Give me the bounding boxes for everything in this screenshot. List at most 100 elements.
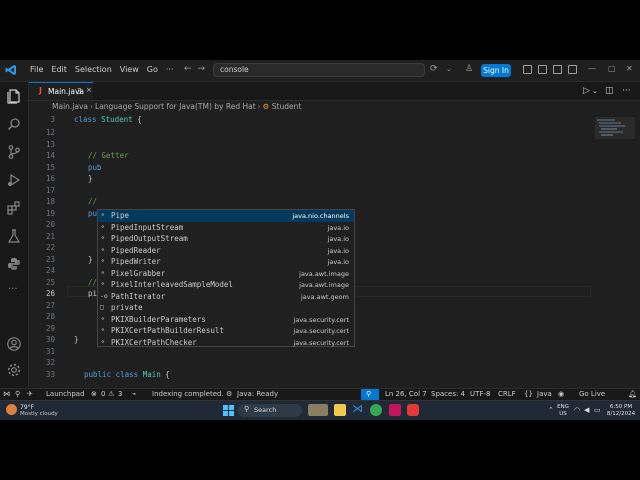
toggle-secondary-sidebar-icon[interactable] [553, 65, 562, 74]
forward-arrow-icon[interactable]: → [198, 64, 206, 74]
error-count[interactable]: 0 [101, 390, 105, 398]
extensions-icon[interactable] [6, 200, 22, 216]
menu-edit[interactable]: Edit [47, 64, 71, 75]
toggle-panel-icon[interactable] [538, 65, 547, 74]
taskbar-search[interactable]: ⚲ Search [238, 404, 302, 417]
java-projects-icon[interactable]: ⚲ [15, 390, 20, 398]
java-status-icon[interactable]: ⚙ [226, 390, 232, 398]
line-number: 27 [45, 300, 55, 310]
menu-go[interactable]: Go [143, 64, 162, 75]
close-window-icon[interactable]: ✕ [626, 64, 633, 73]
more-actions-icon[interactable]: ··· [622, 86, 631, 96]
copilot-dropdown-icon[interactable]: ⌄ [446, 65, 452, 73]
source-control-icon[interactable] [6, 144, 22, 160]
vscode-taskbar-icon[interactable]: ⋊ [352, 402, 363, 415]
class-icon: ⚬ [100, 314, 106, 323]
ports-icon[interactable]: ⌁ [132, 390, 136, 398]
run-dropdown-icon[interactable]: ⌄ [592, 87, 598, 95]
minimap[interactable] [595, 117, 635, 139]
toggle-primary-sidebar-icon[interactable] [523, 65, 532, 74]
split-editor-icon[interactable]: ◫ [605, 86, 614, 96]
java-ready-status[interactable]: Java: Ready [237, 390, 278, 398]
warning-icon[interactable]: ⚠ [108, 390, 114, 398]
python-icon[interactable] [6, 256, 22, 272]
indentation[interactable]: Spaces: 4 [431, 390, 465, 398]
notification-icon[interactable]: ◉ [558, 390, 564, 398]
copilot-icon[interactable]: ⟳ [430, 64, 438, 74]
breadcrumb-symbol[interactable]: Student [272, 102, 302, 111]
suggestion-item[interactable]: ⚬ PKIXCertPathBuilderResult java.security.… [98, 325, 354, 337]
warning-count[interactable]: 3 [118, 390, 122, 398]
tray-overflow-icon[interactable]: ⌃ [548, 406, 554, 414]
menu-selection[interactable]: Selection [71, 64, 116, 75]
indexing-status: Indexing completed. [152, 390, 224, 398]
suggestion-item[interactable]: ⚬ PipedWriter java.io [98, 256, 354, 268]
language-mode-icon[interactable]: {} [524, 390, 533, 398]
input-language[interactable]: ENG US [556, 404, 570, 418]
suggestion-item[interactable]: ⚬ PipedOutputStream java.io [98, 233, 354, 245]
clock-date: 8/12/2024 [606, 411, 636, 417]
maximize-icon[interactable]: ▢ [608, 64, 616, 73]
customize-layout-icon[interactable] [568, 65, 577, 74]
error-icon[interactable]: ⊗ [91, 390, 97, 398]
file-explorer-icon[interactable] [334, 404, 346, 416]
more-views-icon[interactable]: ··· [8, 284, 18, 295]
account-icon[interactable]: ♙ [465, 64, 473, 74]
wifi-icon[interactable]: ◠ [574, 406, 580, 414]
breadcrumb-file[interactable]: Main.java [52, 102, 88, 111]
suggestion-item[interactable]: □ private [98, 302, 354, 314]
tab-close-icon[interactable]: × [86, 86, 92, 94]
clock[interactable]: 6:50 PM 8/12/2024 [606, 404, 636, 418]
suggestion-item[interactable]: ⚬ PixelGrabber java.awt.image [98, 268, 354, 280]
account-icon[interactable] [6, 336, 22, 352]
suggestion-item[interactable]: ⚬ PixelInterleavedSampleModel java.awt.ima… [98, 279, 354, 291]
testing-icon[interactable] [6, 228, 22, 244]
bell-icon[interactable]: 🔔︎ [628, 390, 637, 398]
suggestion-item[interactable]: ⚬ PipedInputStream java.io [98, 222, 354, 234]
cursor-position[interactable]: Ln 26, Col 7 [385, 390, 427, 398]
app-icon[interactable] [407, 404, 419, 416]
run-java-icon[interactable]: ▷ [583, 86, 590, 96]
zoom-icon: ⚲ [366, 390, 372, 398]
suggestion-item[interactable]: ⚬ PKIXCertPathChecker java.security.cert [98, 337, 354, 349]
breadcrumb-provider[interactable]: Language Support for Java(TM) by Red Hat [95, 102, 256, 111]
explorer-icon[interactable] [6, 88, 22, 104]
sign-in-button[interactable]: Sign In [481, 64, 511, 77]
suggestion-item-selected[interactable]: ⚬ Pipe java.nio.channels [98, 210, 354, 222]
launchpad-label[interactable]: Launchpad [46, 390, 85, 398]
line-ending[interactable]: CRLF [498, 390, 516, 398]
encoding[interactable]: UTF-8 [470, 390, 490, 398]
search-icon[interactable] [6, 116, 22, 132]
line-number: 17 [45, 185, 55, 195]
widgets-icon[interactable] [308, 404, 328, 416]
menu-more[interactable]: ··· [162, 64, 178, 75]
windows-start-icon[interactable] [223, 405, 234, 416]
battery-icon[interactable]: ▭ [594, 406, 601, 414]
run-debug-icon[interactable] [6, 172, 22, 188]
suggestion-item[interactable]: ⚬ PKIXBuilderParameters java.security.cert [98, 314, 354, 326]
line-number: 3 [50, 115, 55, 124]
suggestion-item[interactable]: -o PathIterator java.awt.geom [98, 291, 354, 303]
keyword-icon: □ [100, 303, 104, 311]
tab-main-java[interactable]: J Main.java 3 × [29, 82, 93, 100]
weather-desc[interactable]: Mostly cloudy [20, 411, 58, 417]
suggestion-item[interactable]: ⚬ PipedReader java.io [98, 245, 354, 257]
code-line-25: // [88, 277, 98, 287]
minimize-icon[interactable]: — [588, 64, 596, 73]
chrome-icon[interactable] [370, 404, 382, 416]
weather-icon[interactable] [6, 404, 17, 415]
search-icon: ⚲ [244, 405, 250, 413]
language-mode[interactable]: Java [537, 390, 552, 398]
menu-file[interactable]: File [26, 64, 47, 75]
app-icon[interactable] [389, 404, 401, 416]
launchpad-icon[interactable]: ✈ [27, 390, 33, 398]
line-number: 18 [45, 197, 55, 206]
command-center[interactable]: console [213, 63, 425, 77]
go-live-button[interactable]: Go Live [579, 390, 605, 398]
menu-view[interactable]: View [116, 64, 143, 75]
settings-gear-icon[interactable] [6, 362, 22, 378]
remote-icon[interactable]: ⋈ [3, 390, 10, 398]
back-arrow-icon[interactable]: ← [184, 64, 192, 74]
volume-icon[interactable]: ◀ [584, 406, 589, 414]
weather-temp[interactable]: 79°F [20, 404, 34, 411]
